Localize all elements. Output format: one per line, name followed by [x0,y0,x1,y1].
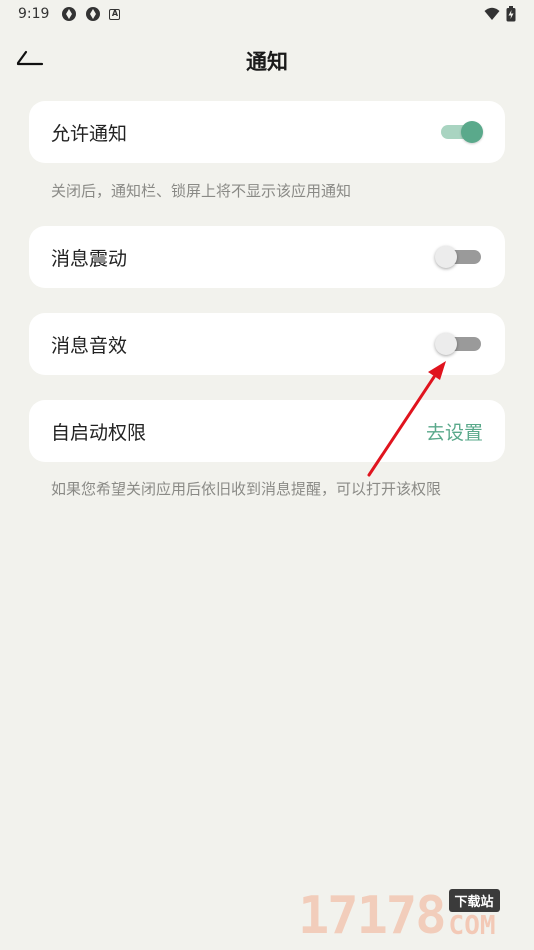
status-time: 9:19 [18,6,50,22]
watermark-side: 下载站 COM [448,889,500,941]
allow-notifications-label: 允许通知 [51,122,128,145]
aperture-icon [86,7,101,21]
message-vibration-row[interactable]: 消息震动 [29,226,505,288]
go-settings-link[interactable]: 去设置 [426,418,483,445]
status-icons-left: A [61,6,121,22]
message-vibration-label: 消息震动 [51,247,128,270]
a-box-icon: A [109,8,121,20]
watermark-suffix: COM [448,911,496,941]
allow-notifications-switch[interactable] [439,119,483,145]
message-vibration-switch[interactable] [435,244,483,270]
watermark-badge: 下载站 [448,889,500,912]
autostart-permission-label: 自启动权限 [51,421,147,444]
battery-icon [506,6,516,22]
switch-thumb [435,246,457,268]
message-sound-label: 消息音效 [51,334,128,357]
autostart-permission-row[interactable]: 自启动权限 去设置 [29,400,505,462]
watermark-logo: 17178 下载站 COM [298,884,526,944]
switch-thumb [461,121,483,143]
autostart-hint: 如果您希望关闭应用后依旧收到消息提醒，可以打开该权限 [51,480,442,498]
status-icons-right [484,6,516,22]
watermark-number: 17178 [298,886,447,946]
message-sound-switch[interactable] [435,331,483,357]
header: 通知 [0,40,534,80]
wifi-icon [484,7,500,20]
status-bar: 9:19 A [0,0,534,28]
switch-thumb [435,333,457,355]
aperture-icon [62,7,77,21]
page-title: 通知 [246,50,288,74]
allow-notifications-hint: 关闭后，通知栏、锁屏上将不显示该应用通知 [51,182,352,200]
allow-notifications-row[interactable]: 允许通知 [29,101,505,163]
message-sound-row[interactable]: 消息音效 [29,313,505,375]
